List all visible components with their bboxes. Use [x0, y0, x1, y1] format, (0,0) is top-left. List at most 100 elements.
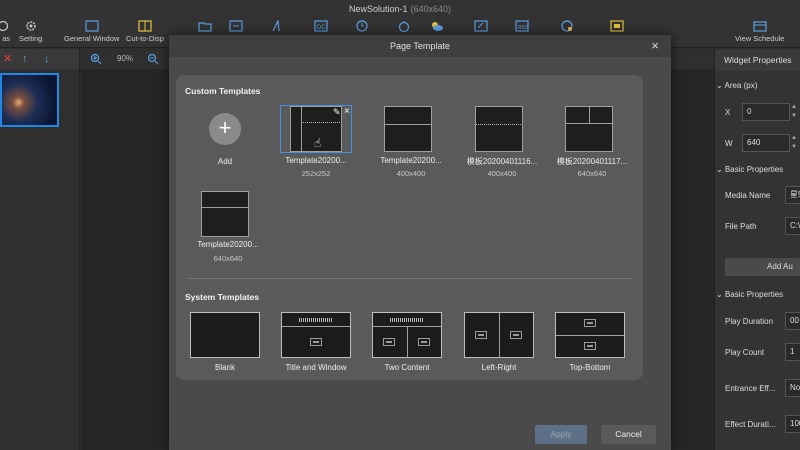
dialog-header: Page Template ×	[169, 35, 671, 57]
template-name: Top-Bottom	[569, 363, 611, 372]
window-icon	[418, 338, 430, 346]
w-stepper[interactable]: ▲ ▼	[791, 134, 797, 152]
edit-window-icon[interactable]	[474, 20, 488, 32]
basic-properties-header[interactable]: ⌄ Basic Properties	[716, 165, 783, 174]
setting-label: Setting	[19, 34, 43, 43]
clock-icon[interactable]	[355, 20, 369, 32]
template-name: 模板20200401117...	[556, 157, 628, 166]
edit-icon[interactable]: ✎	[333, 107, 341, 118]
page-list-toolbar: ✕ ↑ ↓	[0, 49, 79, 69]
general-window-button[interactable]: General Window	[64, 20, 119, 43]
system-template-left-right[interactable]: Left-Right	[464, 312, 534, 376]
system-template-top-bottom[interactable]: Top-Bottom	[555, 312, 625, 376]
template-name: Template20200...	[285, 156, 347, 165]
window-icon	[584, 342, 596, 350]
delete-page-icon[interactable]: ✕	[3, 52, 12, 66]
chevron-down-icon: ⌄	[716, 290, 723, 299]
text-widget-icon[interactable]	[229, 20, 243, 32]
section-divider	[186, 278, 633, 279]
effect-duration-input[interactable]: 100	[785, 415, 800, 433]
play-duration-input[interactable]: 00	[785, 312, 800, 330]
file-path-label: File Path	[725, 222, 757, 231]
play-count-input[interactable]: 1	[785, 343, 800, 361]
weather-icon[interactable]	[430, 20, 444, 32]
file-path-input[interactable]: C:\	[785, 217, 800, 235]
template-size: 640x640	[213, 254, 243, 263]
folder-icon[interactable]	[198, 20, 212, 32]
split-line	[301, 122, 341, 123]
timer-icon[interactable]	[397, 20, 411, 32]
move-up-icon[interactable]: ↑	[22, 52, 28, 66]
svg-text:RSS: RSS	[518, 25, 529, 31]
template-name: Title and Window	[285, 363, 347, 372]
system-template-title-window[interactable]: Title and Window	[281, 312, 351, 376]
cancel-button[interactable]: Cancel	[601, 425, 656, 444]
calendar-icon[interactable]	[610, 20, 624, 32]
view-schedule-button[interactable]: View Schedule	[735, 20, 784, 43]
title-area	[390, 318, 424, 322]
system-template-blank[interactable]: Blank	[190, 312, 260, 376]
setting-button[interactable]: Setting	[19, 20, 42, 43]
view-schedule-label: View Schedule	[735, 34, 785, 43]
template-size: 252x252	[301, 169, 331, 178]
w-label: W	[725, 139, 733, 148]
w-input[interactable]: 640	[742, 134, 790, 152]
basic-properties-label-2: Basic Properties	[724, 290, 784, 299]
zoom-in-icon[interactable]	[90, 53, 102, 65]
web-icon[interactable]	[560, 20, 574, 32]
title-area	[299, 318, 333, 322]
chevron-down-icon: ⌄	[716, 165, 723, 174]
document-icon[interactable]: DC	[314, 20, 328, 32]
add-audio-button[interactable]: Add Au	[725, 258, 800, 276]
effect-text-icon[interactable]	[270, 20, 284, 32]
move-down-icon[interactable]: ↓	[44, 52, 50, 66]
template-panel: Custom Templates + Add ✎ × ☝ Template202…	[176, 75, 643, 380]
x-stepper[interactable]: ▲ ▼	[791, 103, 797, 121]
template-thumbnail	[475, 106, 523, 152]
rss-icon[interactable]: RSS	[515, 20, 529, 32]
delete-icon[interactable]: ×	[344, 106, 350, 117]
template-name: Template20200...	[380, 156, 442, 165]
basic-properties-header-2[interactable]: ⌄ Basic Properties	[716, 290, 783, 299]
x-input[interactable]: 0	[742, 103, 790, 121]
template-thumbnail	[565, 106, 613, 152]
window-icon	[584, 319, 596, 327]
template-name: Blank	[214, 363, 235, 372]
entrance-effect-select[interactable]: Nor	[785, 379, 800, 397]
close-icon[interactable]: ×	[651, 35, 659, 57]
custom-template-card[interactable]: ✎ × ☝ Template20200... 252x252	[280, 105, 352, 186]
x-label: X	[725, 108, 731, 117]
custom-template-card[interactable]: 模板20200401117... 640x640	[557, 106, 627, 186]
template-size: 640x640	[577, 169, 607, 178]
system-templates-title: System Templates	[185, 292, 260, 302]
entrance-effect-label: Entrance Eff...	[725, 384, 776, 393]
custom-template-card[interactable]: Template20200... 400x400	[376, 106, 446, 186]
zoom-out-icon[interactable]	[147, 53, 159, 65]
apply-button[interactable]: Apply	[535, 425, 587, 444]
title-bar: NewSolution-1 (640x640)	[0, 0, 800, 18]
basic-properties-label: Basic Properties	[724, 165, 784, 174]
add-template-card[interactable]: + Add	[183, 105, 267, 175]
split-line	[385, 124, 431, 125]
template-name: Template20200...	[197, 240, 259, 249]
custom-template-card[interactable]: Template20200... 640x640	[193, 191, 263, 271]
page-thumbnail[interactable]	[0, 73, 59, 127]
general-window-label: General Window	[64, 34, 120, 43]
template-thumbnail	[384, 106, 432, 152]
page-list-pane: ✕ ↑ ↓	[0, 49, 80, 450]
template-thumbnail	[464, 312, 534, 358]
window-resolution: (640x640)	[410, 4, 452, 14]
cut-to-display-button[interactable]: Cut-to-Disp	[126, 20, 164, 43]
save-as-button[interactable]: e as	[0, 20, 10, 43]
save-as-label: e as	[0, 34, 11, 43]
cut-display-icon	[138, 20, 152, 32]
media-name-label: Media Name	[725, 191, 771, 200]
effect-duration-label: Effect Durati...	[725, 420, 776, 429]
play-duration-label: Play Duration	[725, 317, 774, 326]
template-thumbnail	[281, 312, 351, 358]
system-template-two-content[interactable]: Two Content	[372, 312, 442, 376]
area-section-header[interactable]: ⌄ Area (px)	[716, 81, 757, 90]
media-name-input[interactable]: 星5	[785, 186, 800, 204]
custom-template-card[interactable]: 模板20200401116... 400x400	[467, 106, 537, 186]
split-line	[566, 123, 612, 124]
